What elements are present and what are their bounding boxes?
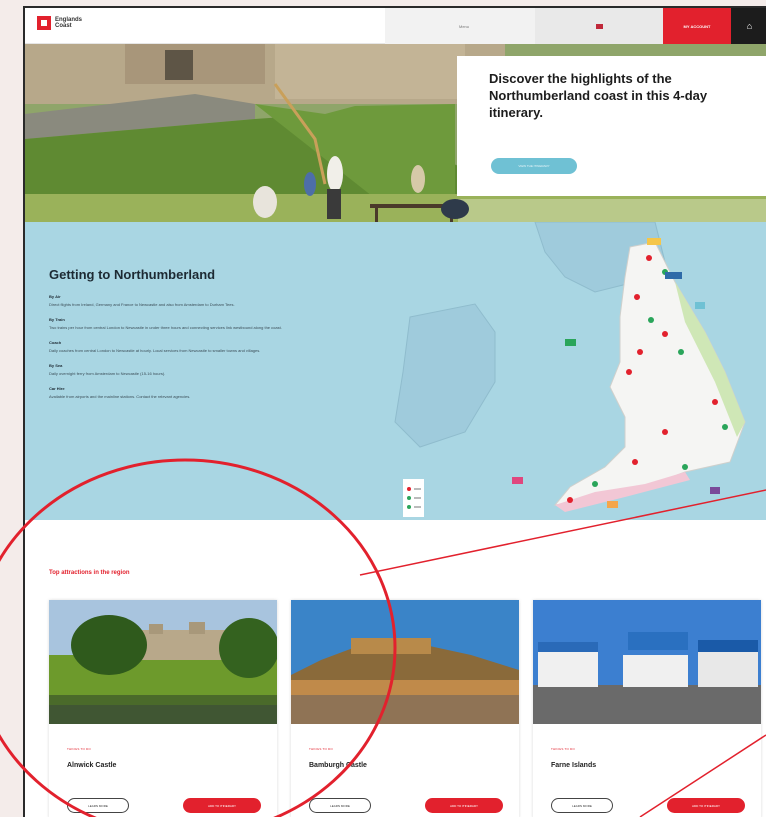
card-title[interactable]: Farne Islands — [551, 762, 596, 769]
info-text: Daily overnight ferry from Amsterdam to … — [49, 371, 166, 376]
map-tag[interactable] — [695, 302, 706, 309]
map-legend — [403, 479, 424, 517]
map-tag[interactable] — [565, 339, 577, 346]
getting-title: Getting to Northumberland — [49, 267, 216, 282]
card-category: THINGS TO DO — [67, 747, 91, 751]
alnwick-castle-photo — [49, 600, 277, 724]
attraction-card[interactable]: THINGS TO DO Farne Islands LEARN MORE AD… — [533, 600, 761, 817]
info-text: Two trains per hour from central London … — [49, 325, 282, 330]
add-to-itinerary-button[interactable]: ADD TO ITINERARY — [425, 798, 503, 813]
card-category: THINGS TO DO — [309, 747, 333, 751]
info-heading: Car Hire — [49, 386, 65, 391]
info-text: Direct flights from Ireland, Germany and… — [49, 302, 235, 307]
language-selector[interactable] — [535, 8, 663, 44]
attraction-card[interactable]: THINGS TO DO Bamburgh Castle LEARN MORE … — [291, 600, 519, 817]
menu-label: Menu — [459, 23, 470, 29]
add-to-itinerary-button[interactable]: ADD TO ITINERARY — [183, 798, 261, 813]
card-title[interactable]: Bamburgh Castle — [309, 762, 367, 769]
view-itinerary-button[interactable]: VIEW THE ITINERARY — [491, 158, 577, 174]
hero-card: Discover the highlights of the Northumbe… — [457, 56, 766, 196]
info-heading: By Train — [49, 317, 65, 322]
hero-banner: Discover the highlights of the Northumbe… — [25, 44, 766, 222]
menu-button[interactable]: Menu — [385, 8, 535, 44]
info-text: Available from airports and the mainline… — [49, 394, 191, 399]
hero-title: Discover the highlights of the Northumbe… — [489, 71, 708, 120]
map-tag[interactable] — [512, 477, 524, 484]
logo-mark-icon — [37, 16, 51, 30]
farne-islands-photo — [533, 600, 761, 724]
top-navigation: Englands Coast Menu MY ACCOUNT ⌂ — [25, 8, 766, 44]
learn-more-button[interactable]: LEARN MORE — [551, 798, 613, 813]
info-heading: By Air — [49, 294, 61, 299]
page-frame: Englands Coast Menu MY ACCOUNT ⌂ Discove… — [23, 6, 766, 817]
flag-icon — [595, 23, 603, 29]
map-tag[interactable] — [647, 238, 662, 245]
card-category: THINGS TO DO — [551, 747, 575, 751]
travel-info: By Air Direct flights from Ireland, Germ… — [49, 294, 299, 409]
travel-info-block: By Train Two trains per hour from centra… — [49, 317, 299, 331]
learn-more-button[interactable]: LEARN MORE — [309, 798, 371, 813]
map-tag[interactable] — [665, 272, 682, 279]
travel-info-block: By Sea Daily overnight ferry from Amster… — [49, 363, 299, 377]
travel-info-block: By Air Direct flights from Ireland, Germ… — [49, 294, 299, 308]
card-title[interactable]: Alnwick Castle — [67, 762, 116, 769]
travel-info-block: Coach Daily coaches from central London … — [49, 340, 299, 354]
map-tag[interactable] — [710, 487, 721, 494]
attractions-title: Top attractions in the region — [49, 570, 130, 576]
logo-text: Englands Coast — [55, 17, 83, 29]
travel-info-block: Car Hire Available from airports and the… — [49, 386, 299, 400]
bamburgh-castle-photo — [291, 600, 519, 724]
info-text: Daily coaches from central London to New… — [49, 348, 261, 353]
map-tag[interactable] — [607, 501, 619, 508]
learn-more-button[interactable]: LEARN MORE — [67, 798, 129, 813]
attractions-section: Top attractions in the region THINGS TO … — [25, 520, 766, 817]
site-logo[interactable]: Englands Coast — [37, 16, 83, 30]
info-heading: Coach — [49, 340, 62, 345]
my-account-button[interactable]: MY ACCOUNT — [663, 8, 731, 44]
attraction-card[interactable]: THINGS TO DO Alnwick Castle LEARN MORE A… — [49, 600, 277, 817]
add-to-itinerary-button[interactable]: ADD TO ITINERARY — [667, 798, 745, 813]
info-heading: By Sea — [49, 363, 63, 368]
getting-there-section: Getting to Northumberland By Air Direct … — [25, 222, 766, 520]
home-icon[interactable]: ⌂ — [731, 8, 766, 44]
